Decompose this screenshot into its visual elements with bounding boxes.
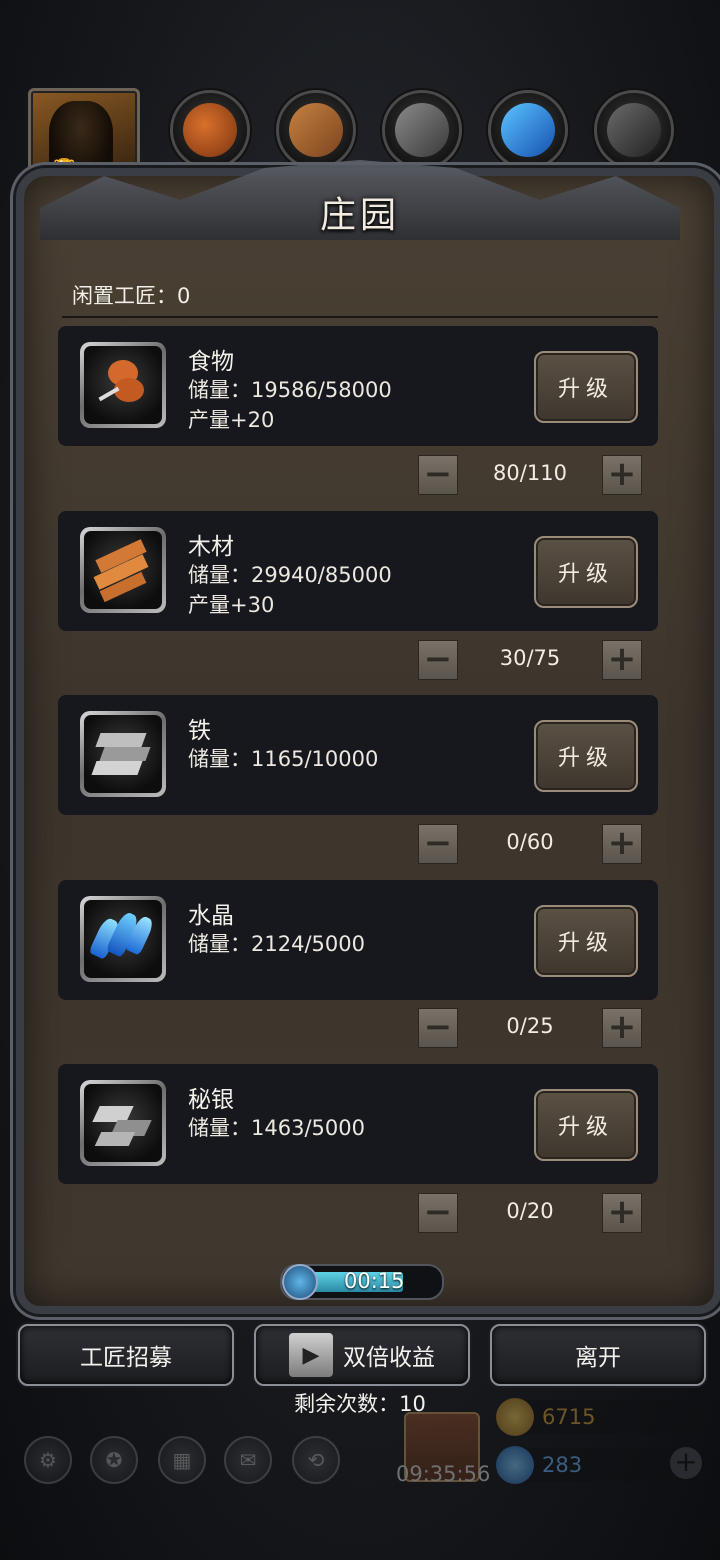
- worker-count: 30/75: [499, 646, 561, 670]
- resource-name: 木材: [188, 534, 234, 560]
- share-icon[interactable]: ⟲: [292, 1436, 340, 1484]
- decrease-button[interactable]: −: [418, 455, 458, 495]
- worker-stepper-mithril: − 0/20 +: [418, 1193, 642, 1233]
- upgrade-button[interactable]: 升级: [534, 905, 638, 977]
- resource-icon-frame: [80, 527, 166, 613]
- wood-planks-icon: [84, 531, 162, 609]
- worker-count: 0/25: [506, 1014, 554, 1038]
- resource-storage: 储量：2124/5000: [188, 932, 365, 956]
- resource-storage: 储量：1165/10000: [188, 747, 379, 771]
- decrease-button[interactable]: −: [418, 824, 458, 864]
- decrease-button[interactable]: −: [418, 640, 458, 680]
- achievement-icon[interactable]: ✪: [90, 1436, 138, 1484]
- resource-icon-frame: [80, 711, 166, 797]
- resource-production: 产量+20: [188, 408, 275, 432]
- leave-label: 离开: [575, 1345, 621, 1371]
- resource-storage: 储量：1463/5000: [188, 1116, 365, 1140]
- wood-orb: [276, 90, 356, 170]
- iron-orb: [382, 90, 462, 170]
- gem-pill: 283: [496, 1446, 698, 1484]
- double-label: 双倍收益: [343, 1345, 435, 1371]
- gift-timer: 09:35:56: [396, 1462, 491, 1486]
- worker-stepper-wood: − 30/75 +: [418, 640, 642, 680]
- worker-count: 0/60: [506, 830, 554, 854]
- decrease-button[interactable]: −: [418, 1008, 458, 1048]
- worker-count: 0/20: [506, 1199, 554, 1223]
- resource-storage: 储量：29940/85000: [188, 563, 392, 587]
- worker-stepper-iron: − 0/60 +: [418, 824, 642, 864]
- increase-button[interactable]: +: [602, 455, 642, 495]
- resource-name: 食物: [188, 349, 234, 375]
- settings-gear-icon[interactable]: ⚙: [24, 1436, 72, 1484]
- crystal-icon: [84, 900, 162, 978]
- mail-icon[interactable]: ✉: [224, 1436, 272, 1484]
- leave-button[interactable]: 离开: [490, 1324, 706, 1386]
- clock-icon: [282, 1264, 318, 1300]
- resource-icon-frame: [80, 1080, 166, 1166]
- play-video-icon: ▶: [289, 1333, 333, 1377]
- decrease-button[interactable]: −: [418, 1193, 458, 1233]
- add-currency-button[interactable]: +: [670, 1447, 702, 1479]
- iron-ingot-icon: [84, 715, 162, 793]
- food-drumstick-icon: [84, 346, 162, 424]
- map-icon[interactable]: ▦: [158, 1436, 206, 1484]
- resource-card-food: 食物 储量：19586/58000 产量+20 升级: [58, 326, 658, 446]
- panel-title: 庄园: [319, 195, 400, 236]
- gold-coin-icon: [496, 1398, 534, 1436]
- resource-name: 秘银: [188, 1087, 234, 1113]
- double-income-button[interactable]: ▶ 双倍收益: [254, 1324, 470, 1386]
- upgrade-button[interactable]: 升级: [534, 1089, 638, 1161]
- recruit-label: 工匠招募: [80, 1345, 172, 1371]
- divider: [62, 316, 658, 318]
- resource-card-crystal: 水晶 储量：2124/5000 升级: [58, 880, 658, 1000]
- gem-icon: [496, 1446, 534, 1484]
- resource-card-wood: 木材 储量：29940/85000 产量+30 升级: [58, 511, 658, 631]
- increase-button[interactable]: +: [602, 824, 642, 864]
- upgrade-button[interactable]: 升级: [534, 351, 638, 423]
- resource-card-iron: 铁 储量：1165/10000 升级: [58, 695, 658, 815]
- upgrade-button[interactable]: 升级: [534, 536, 638, 608]
- resource-icon-frame: [80, 896, 166, 982]
- crystal-orb: [488, 90, 568, 170]
- increase-button[interactable]: +: [602, 1008, 642, 1048]
- increase-button[interactable]: +: [602, 640, 642, 680]
- gold-pill: 6715: [496, 1398, 698, 1436]
- collect-timer: 00:15: [280, 1264, 444, 1300]
- worker-count: 80/110: [493, 461, 567, 485]
- mithril-orb: [594, 90, 674, 170]
- resource-name: 水晶: [188, 903, 234, 929]
- resource-storage: 储量：19586/58000: [188, 378, 392, 402]
- resource-icon-frame: [80, 342, 166, 428]
- worker-stepper-food: − 80/110 +: [418, 455, 642, 495]
- resource-name: 铁: [188, 718, 211, 744]
- idle-workers-label: 闲置工匠：0: [72, 284, 191, 308]
- timer-text: 00:15: [344, 1269, 405, 1293]
- resource-production: 产量+30: [188, 593, 275, 617]
- food-orb: [170, 90, 250, 170]
- mithril-ingot-icon: [84, 1084, 162, 1162]
- worker-stepper-crystal: − 0/25 +: [418, 1008, 642, 1048]
- recruit-workers-button[interactable]: 工匠招募: [18, 1324, 234, 1386]
- gold-amount: 6715: [542, 1405, 596, 1429]
- increase-button[interactable]: +: [602, 1193, 642, 1233]
- bottom-hud: ⚙ ✪ ▦ ✉ ⟲ 09:35:56 6715 283: [0, 1398, 720, 1496]
- upgrade-button[interactable]: 升级: [534, 720, 638, 792]
- resource-card-mithril: 秘银 储量：1463/5000 升级: [58, 1064, 658, 1184]
- gem-amount: 283: [542, 1453, 583, 1477]
